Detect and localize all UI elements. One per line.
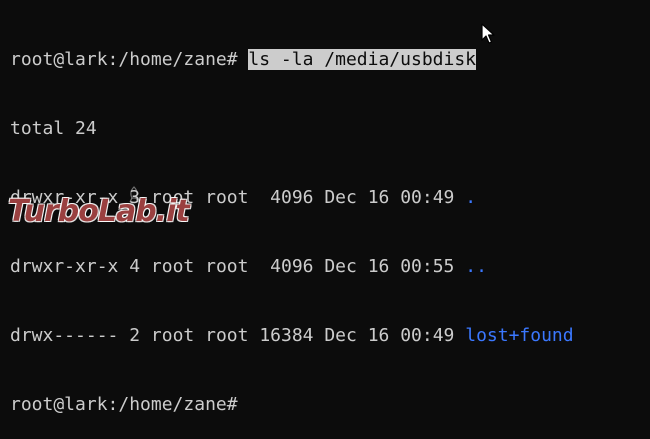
entry-owner: root	[150, 256, 195, 277]
entry-group: root	[205, 256, 249, 277]
entry-group: root	[205, 325, 249, 346]
entry-perms: drwx------	[10, 325, 119, 346]
entry-date: Dec 16 00:49	[324, 187, 455, 208]
entry-owner: root	[150, 325, 195, 346]
entry-date: Dec 16 00:55	[324, 256, 455, 277]
entry-name: .	[465, 187, 477, 208]
final-prompt-line[interactable]: root@lark:/home/zane#	[10, 393, 650, 416]
entry-size: 4096	[259, 256, 314, 277]
command-line: root@lark:/home/zane# ls -la /media/usbd…	[10, 48, 650, 71]
watermark: TurboLab.it	[8, 186, 248, 236]
entry-date: Dec 16 00:49	[324, 325, 455, 346]
watermark-text: TurboLab.it	[8, 194, 190, 229]
entry-name: ..	[465, 256, 487, 277]
entry-name: lost+found	[465, 325, 574, 346]
total-line: total 24	[10, 118, 97, 139]
prompt: root@lark:/home/zane#	[10, 49, 238, 70]
listing-row: drwx------ 2 root root 16384 Dec 16 00:4…	[10, 324, 650, 347]
entry-links: 2	[129, 325, 141, 346]
entry-links: 4	[129, 256, 141, 277]
mouse-pointer-icon	[481, 23, 495, 44]
selected-command[interactable]: ls -la /media/usbdisk	[248, 49, 476, 70]
entry-size: 4096	[259, 187, 314, 208]
final-prompt: root@lark:/home/zane#	[10, 394, 238, 415]
listing-row: drwxr-xr-x 4 root root 4096 Dec 16 00:55…	[10, 255, 650, 278]
entry-size: 16384	[259, 325, 314, 346]
entry-perms: drwxr-xr-x	[10, 256, 119, 277]
